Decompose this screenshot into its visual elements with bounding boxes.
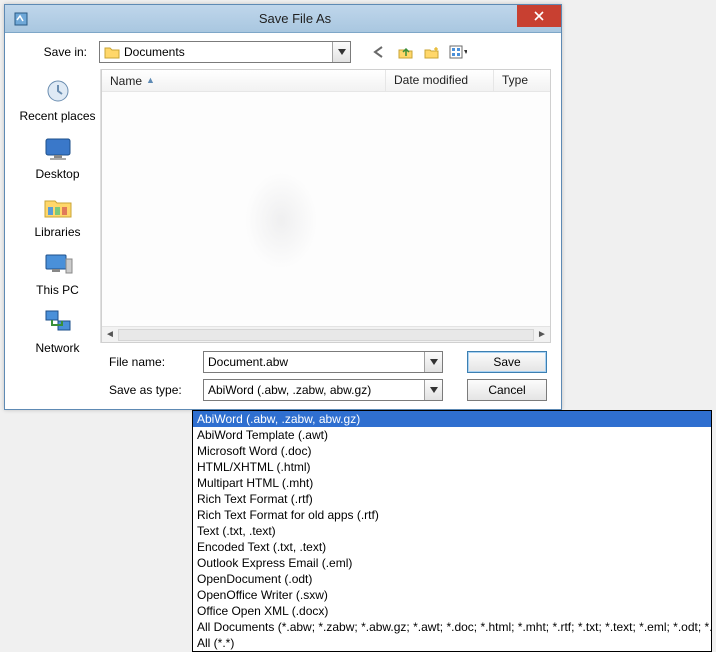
this-pc-icon <box>42 249 74 281</box>
savetype-row: Save as type: AbiWord (.abw, .zabw, abw.… <box>15 379 551 401</box>
save-in-value: Documents <box>124 45 332 59</box>
type-option[interactable]: Text (.txt, .text) <box>193 523 711 539</box>
bottom-controls: File name: Document.abw Save Save as typ… <box>15 351 551 401</box>
column-type[interactable]: Type <box>494 70 550 91</box>
type-option[interactable]: HTML/XHTML (.html) <box>193 459 711 475</box>
scroll-left-arrow[interactable]: ◄ <box>102 329 118 340</box>
titlebar[interactable]: Save File As <box>5 5 561 33</box>
type-option[interactable]: Outlook Express Email (.eml) <box>193 555 711 571</box>
save-in-row: Save in: Documents <box>15 41 551 63</box>
filename-combo[interactable]: Document.abw <box>203 351 443 373</box>
up-folder-icon[interactable] <box>397 43 415 61</box>
savetype-combo[interactable]: AbiWord (.abw, .zabw, abw.gz) <box>203 379 443 401</box>
save-in-label: Save in: <box>15 45 93 59</box>
close-button[interactable] <box>517 5 561 27</box>
place-recent[interactable]: Recent places <box>18 71 98 127</box>
horizontal-scrollbar[interactable]: ◄ ► <box>102 326 550 342</box>
filename-row: File name: Document.abw Save <box>15 351 551 373</box>
views-icon[interactable] <box>449 43 467 61</box>
window-title: Save File As <box>29 11 561 26</box>
savetype-dropdown-button[interactable] <box>424 380 442 400</box>
type-option[interactable]: Office Open XML (.docx) <box>193 603 711 619</box>
type-option[interactable]: Multipart HTML (.mht) <box>193 475 711 491</box>
savetype-label: Save as type: <box>109 383 195 397</box>
sort-asc-icon: ▲ <box>146 75 155 85</box>
savetype-dropdown-list[interactable]: AbiWord (.abw, .zabw, abw.gz) AbiWord Te… <box>192 410 712 652</box>
type-option[interactable]: AbiWord (.abw, .zabw, abw.gz) <box>193 411 711 427</box>
file-list-body[interactable] <box>102 92 550 326</box>
nav-icons <box>371 43 467 61</box>
filename-value[interactable]: Document.abw <box>204 355 424 369</box>
file-list-area: Name ▲ Date modified Type ◄ ► <box>101 69 551 343</box>
type-option[interactable]: OpenOffice Writer (.sxw) <box>193 587 711 603</box>
save-in-combo[interactable]: Documents <box>99 41 351 63</box>
type-option[interactable]: All Documents (*.abw; *.zabw; *.abw.gz; … <box>193 619 711 635</box>
scroll-track[interactable] <box>118 329 534 341</box>
place-desktop[interactable]: Desktop <box>18 129 98 185</box>
app-icon <box>13 11 29 27</box>
filename-label: File name: <box>109 355 195 369</box>
savetype-value: AbiWord (.abw, .zabw, abw.gz) <box>204 383 424 397</box>
filename-dropdown-button[interactable] <box>424 352 442 372</box>
column-name[interactable]: Name ▲ <box>102 70 386 91</box>
save-file-dialog: Save File As Save in: Documents <box>4 4 562 410</box>
save-button[interactable]: Save <box>467 351 547 373</box>
type-option[interactable]: AbiWord Template (.awt) <box>193 427 711 443</box>
type-option[interactable]: OpenDocument (.odt) <box>193 571 711 587</box>
body: Recent places Desktop Libraries <box>15 69 551 343</box>
place-thispc[interactable]: This PC <box>18 245 98 301</box>
column-headers: Name ▲ Date modified Type <box>102 70 550 92</box>
place-libraries[interactable]: Libraries <box>18 187 98 243</box>
documents-folder-icon <box>104 44 120 60</box>
client-area: Save in: Documents <box>5 33 561 409</box>
recent-places-icon <box>42 75 74 107</box>
libraries-icon <box>42 191 74 223</box>
type-option[interactable]: Rich Text Format (.rtf) <box>193 491 711 507</box>
place-label: Desktop <box>35 167 79 181</box>
places-sidebar: Recent places Desktop Libraries <box>15 69 101 343</box>
column-date[interactable]: Date modified <box>386 70 494 91</box>
save-in-dropdown-button[interactable] <box>332 42 350 62</box>
type-option[interactable]: All (*.*) <box>193 635 711 651</box>
network-icon <box>42 307 74 339</box>
desktop-icon <box>42 133 74 165</box>
type-option[interactable]: Encoded Text (.txt, .text) <box>193 539 711 555</box>
place-label: Libraries <box>34 225 80 239</box>
place-label: Recent places <box>19 109 95 123</box>
back-arrow-icon[interactable] <box>371 43 389 61</box>
type-option[interactable]: Rich Text Format for old apps (.rtf) <box>193 507 711 523</box>
new-folder-icon[interactable] <box>423 43 441 61</box>
place-label: This PC <box>36 283 79 297</box>
scroll-right-arrow[interactable]: ► <box>534 329 550 340</box>
type-option[interactable]: Microsoft Word (.doc) <box>193 443 711 459</box>
cancel-button[interactable]: Cancel <box>467 379 547 401</box>
